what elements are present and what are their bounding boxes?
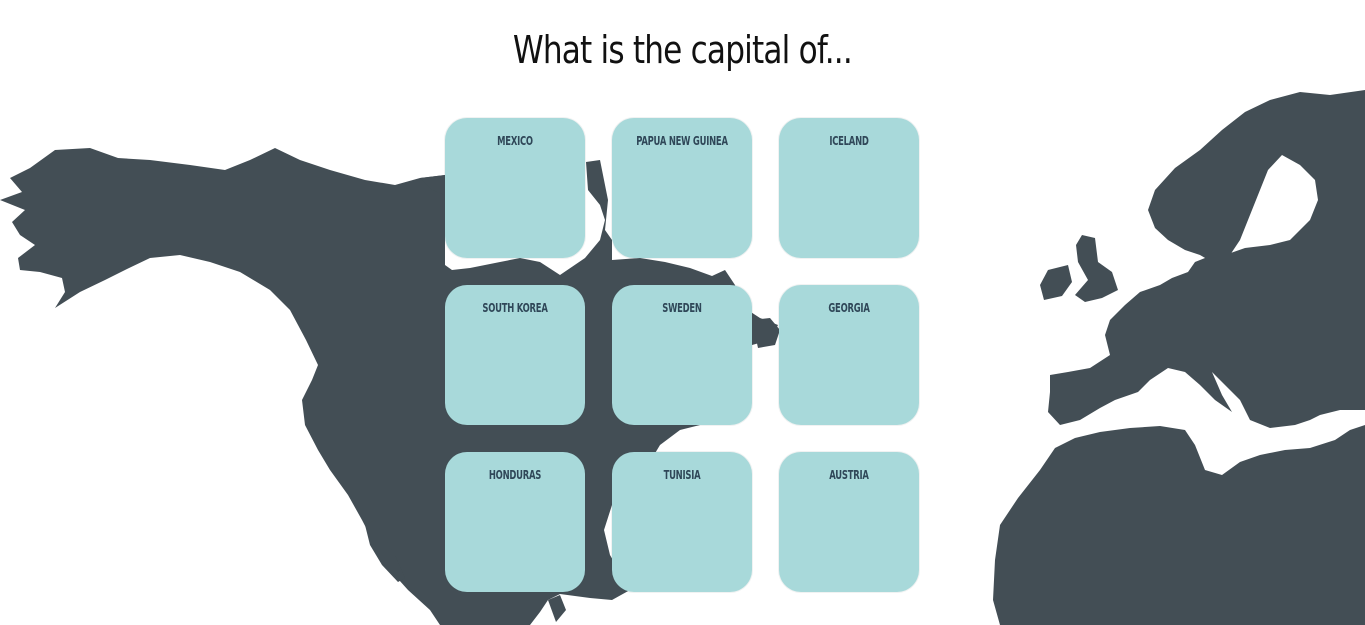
country-label: Austria bbox=[829, 468, 869, 482]
country-label: South Korea bbox=[482, 301, 548, 315]
caribbean-islands-map bbox=[548, 595, 566, 622]
country-card-georgia[interactable]: Georgia bbox=[779, 285, 919, 425]
europe-africa-map bbox=[993, 90, 1365, 625]
country-card-tunisia[interactable]: Tunisia bbox=[612, 452, 752, 592]
great-britain-map bbox=[1075, 235, 1118, 302]
country-card-south-korea[interactable]: South Korea bbox=[445, 285, 585, 425]
country-label: Honduras bbox=[488, 468, 542, 482]
country-card-austria[interactable]: Austria bbox=[779, 452, 919, 592]
country-card-iceland[interactable]: Iceland bbox=[779, 118, 919, 258]
country-label: Tunisia bbox=[663, 468, 701, 482]
country-label: Mexico bbox=[497, 134, 533, 148]
question-title: What is the capital of... bbox=[512, 28, 853, 72]
country-label: Papua New Guinea bbox=[636, 134, 728, 148]
country-label: Georgia bbox=[828, 301, 870, 315]
country-card-papua-new-guinea[interactable]: Papua New Guinea bbox=[612, 118, 752, 258]
country-card-grid: Mexico Papua New Guinea Iceland South Ko… bbox=[445, 118, 919, 592]
country-label: Sweden bbox=[662, 301, 702, 315]
ireland-map bbox=[1040, 265, 1072, 300]
country-card-sweden[interactable]: Sweden bbox=[612, 285, 752, 425]
country-card-honduras[interactable]: Honduras bbox=[445, 452, 585, 592]
country-label: Iceland bbox=[829, 134, 869, 148]
country-card-mexico[interactable]: Mexico bbox=[445, 118, 585, 258]
